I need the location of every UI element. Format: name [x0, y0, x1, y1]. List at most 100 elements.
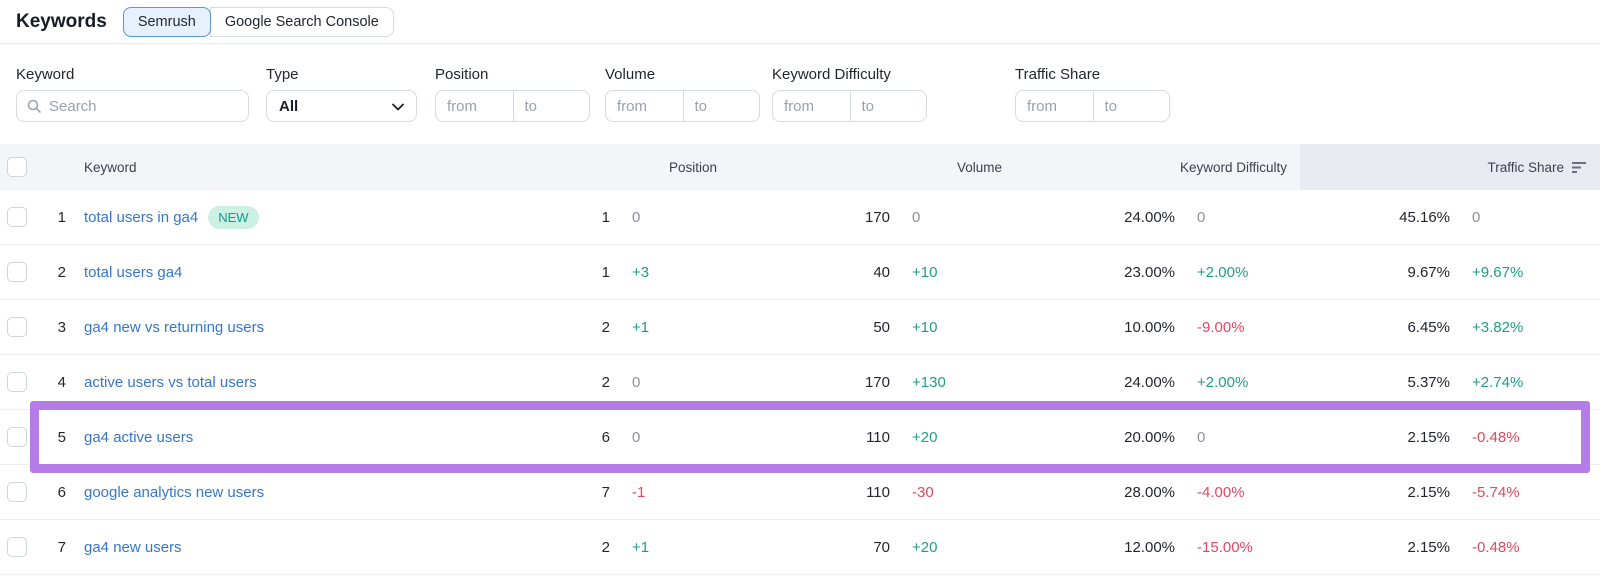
column-header-keyword-difficulty[interactable]: Keyword Difficulty: [1015, 144, 1300, 190]
keyword-difficulty-value: 23.00%: [1015, 264, 1195, 281]
position-change: +1: [630, 539, 730, 556]
row-checkbox[interactable]: [7, 482, 27, 502]
row-checkbox-cell: [0, 482, 40, 502]
traffic-share-value: 9.67%: [1300, 264, 1470, 281]
keyword-link[interactable]: total users in ga4: [84, 209, 198, 226]
keyword-cell: total users ga4: [84, 264, 480, 281]
row-checkbox[interactable]: [7, 372, 27, 392]
column-header-position[interactable]: Position: [480, 144, 730, 190]
position-change: 0: [630, 374, 730, 391]
keyword-difficulty-range: [772, 90, 927, 122]
keyword-link[interactable]: ga4 new vs returning users: [84, 319, 264, 336]
select-all-cell: [0, 144, 40, 190]
traffic-share-from-input[interactable]: [1015, 90, 1093, 122]
volume-range: [605, 90, 760, 122]
traffic-share-value: 2.15%: [1300, 429, 1470, 446]
volume-change: +130: [910, 374, 1015, 391]
filter-keyword-difficulty-label: Keyword Difficulty: [772, 66, 927, 83]
row-index: 5: [40, 429, 84, 446]
keyword-difficulty-value: 10.00%: [1015, 319, 1195, 336]
position-change: +1: [630, 319, 730, 336]
table-header-row: Keyword Position Volume Keyword Difficul…: [0, 144, 1600, 190]
volume-to-input[interactable]: [683, 90, 761, 122]
table-row: 2total users ga41+340+1023.00%+2.00%9.67…: [0, 245, 1600, 300]
row-checkbox[interactable]: [7, 207, 27, 227]
traffic-share-value: 45.16%: [1300, 209, 1470, 226]
volume-change: +10: [910, 319, 1015, 336]
filter-type-label: Type: [266, 66, 417, 83]
traffic-share-change: -5.74%: [1470, 484, 1600, 501]
keyword-difficulty-change: 0: [1195, 429, 1300, 446]
row-checkbox-cell: [0, 262, 40, 282]
keyword-cell: total users in ga4NEW: [84, 206, 480, 229]
row-checkbox[interactable]: [7, 537, 27, 557]
tab-google-search-console[interactable]: Google Search Console: [210, 7, 394, 37]
column-header-traffic-share-label: Traffic Share: [1487, 160, 1564, 175]
volume-change: +20: [910, 539, 1015, 556]
keyword-difficulty-value: 12.00%: [1015, 539, 1195, 556]
tab-semrush[interactable]: Semrush: [123, 7, 211, 37]
keyword-cell: google analytics new users: [84, 484, 480, 501]
keyword-search-box[interactable]: [16, 90, 249, 122]
keywords-table: Keyword Position Volume Keyword Difficul…: [0, 144, 1600, 575]
position-change: 0: [630, 209, 730, 226]
keyword-link[interactable]: active users vs total users: [84, 374, 257, 391]
traffic-share-change: -0.48%: [1470, 539, 1600, 556]
keyword-link[interactable]: google analytics new users: [84, 484, 264, 501]
position-to-input[interactable]: [513, 90, 591, 122]
traffic-share-range: [1015, 90, 1170, 122]
position-from-input[interactable]: [435, 90, 513, 122]
table-body: 1total users in ga4NEW10170024.00%045.16…: [0, 190, 1600, 575]
volume-from-input[interactable]: [605, 90, 683, 122]
keyword-difficulty-value: 20.00%: [1015, 429, 1195, 446]
keyword-link[interactable]: ga4 new users: [84, 539, 182, 556]
row-checkbox[interactable]: [7, 262, 27, 282]
row-index: 3: [40, 319, 84, 336]
volume-change: +10: [910, 264, 1015, 281]
keyword-search-input[interactable]: [49, 98, 238, 115]
column-header-keyword[interactable]: Keyword: [84, 144, 480, 190]
row-checkbox[interactable]: [7, 427, 27, 447]
traffic-share-change: +2.74%: [1470, 374, 1600, 391]
traffic-share-value: 2.15%: [1300, 484, 1470, 501]
keyword-difficulty-to-input[interactable]: [850, 90, 928, 122]
page-title: Keywords: [16, 11, 107, 33]
row-checkbox[interactable]: [7, 317, 27, 337]
search-icon: [27, 99, 41, 113]
keyword-difficulty-change: -4.00%: [1195, 484, 1300, 501]
volume-value: 170: [730, 209, 910, 226]
traffic-share-change: 0: [1470, 209, 1600, 226]
keyword-link[interactable]: total users ga4: [84, 264, 182, 281]
traffic-share-value: 6.45%: [1300, 319, 1470, 336]
filter-traffic-share-label: Traffic Share: [1015, 66, 1170, 83]
filter-bar: Keyword Type All Position Volume: [0, 44, 1600, 122]
volume-value: 50: [730, 319, 910, 336]
keyword-difficulty-change: +2.00%: [1195, 264, 1300, 281]
keyword-cell: ga4 active users: [84, 429, 480, 446]
select-all-checkbox[interactable]: [7, 157, 27, 177]
table-row: 4active users vs total users20170+13024.…: [0, 355, 1600, 410]
volume-value: 70: [730, 539, 910, 556]
filter-keyword-difficulty: Keyword Difficulty: [772, 66, 927, 122]
volume-change: 0: [910, 209, 1015, 226]
filter-traffic-share: Traffic Share: [1015, 66, 1170, 122]
keyword-link[interactable]: ga4 active users: [84, 429, 193, 446]
traffic-share-to-input[interactable]: [1093, 90, 1171, 122]
table-row: 1total users in ga4NEW10170024.00%045.16…: [0, 190, 1600, 245]
position-value: 1: [480, 209, 630, 226]
column-header-volume[interactable]: Volume: [730, 144, 1015, 190]
type-select[interactable]: All: [266, 90, 417, 122]
position-value: 7: [480, 484, 630, 501]
row-checkbox-cell: [0, 537, 40, 557]
volume-value: 110: [730, 484, 910, 501]
column-header-traffic-share[interactable]: Traffic Share: [1300, 144, 1600, 190]
keyword-difficulty-change: 0: [1195, 209, 1300, 226]
position-change: +3: [630, 264, 730, 281]
keyword-difficulty-from-input[interactable]: [772, 90, 850, 122]
position-value: 2: [480, 539, 630, 556]
keyword-difficulty-change: -9.00%: [1195, 319, 1300, 336]
position-change: 0: [630, 429, 730, 446]
row-checkbox-cell: [0, 317, 40, 337]
type-select-value: All: [279, 98, 298, 115]
row-index: 7: [40, 539, 84, 556]
